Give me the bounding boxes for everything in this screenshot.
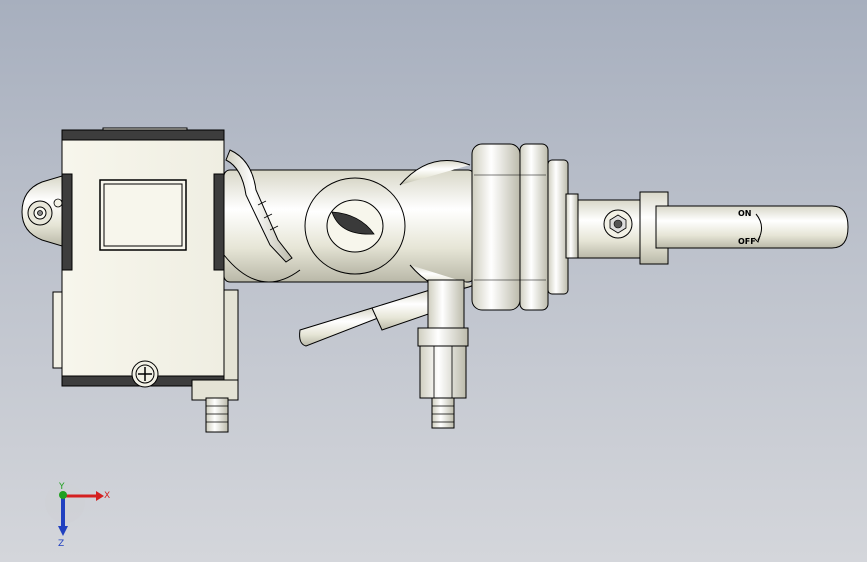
swivel-eye[interactable] [21,175,63,247]
x-axis-label: X [104,491,110,501]
handle-on-label: ON [738,209,752,218]
graphics-viewport[interactable]: ON OFF X Y Z [0,0,867,562]
flange[interactable] [471,143,569,311]
cad-model[interactable]: ON OFF [0,0,867,562]
handle-off-label: OFF [738,237,756,246]
y-axis-dot [59,491,67,499]
y-axis-label: Y [58,482,65,492]
side-port[interactable] [304,177,406,275]
reference-triad-icon: X Y Z [45,482,110,549]
valve-handle[interactable]: ON OFF [655,205,849,249]
z-axis-label: Z [58,539,64,549]
main-housing[interactable] [52,127,225,388]
ball-valve[interactable] [565,191,669,265]
